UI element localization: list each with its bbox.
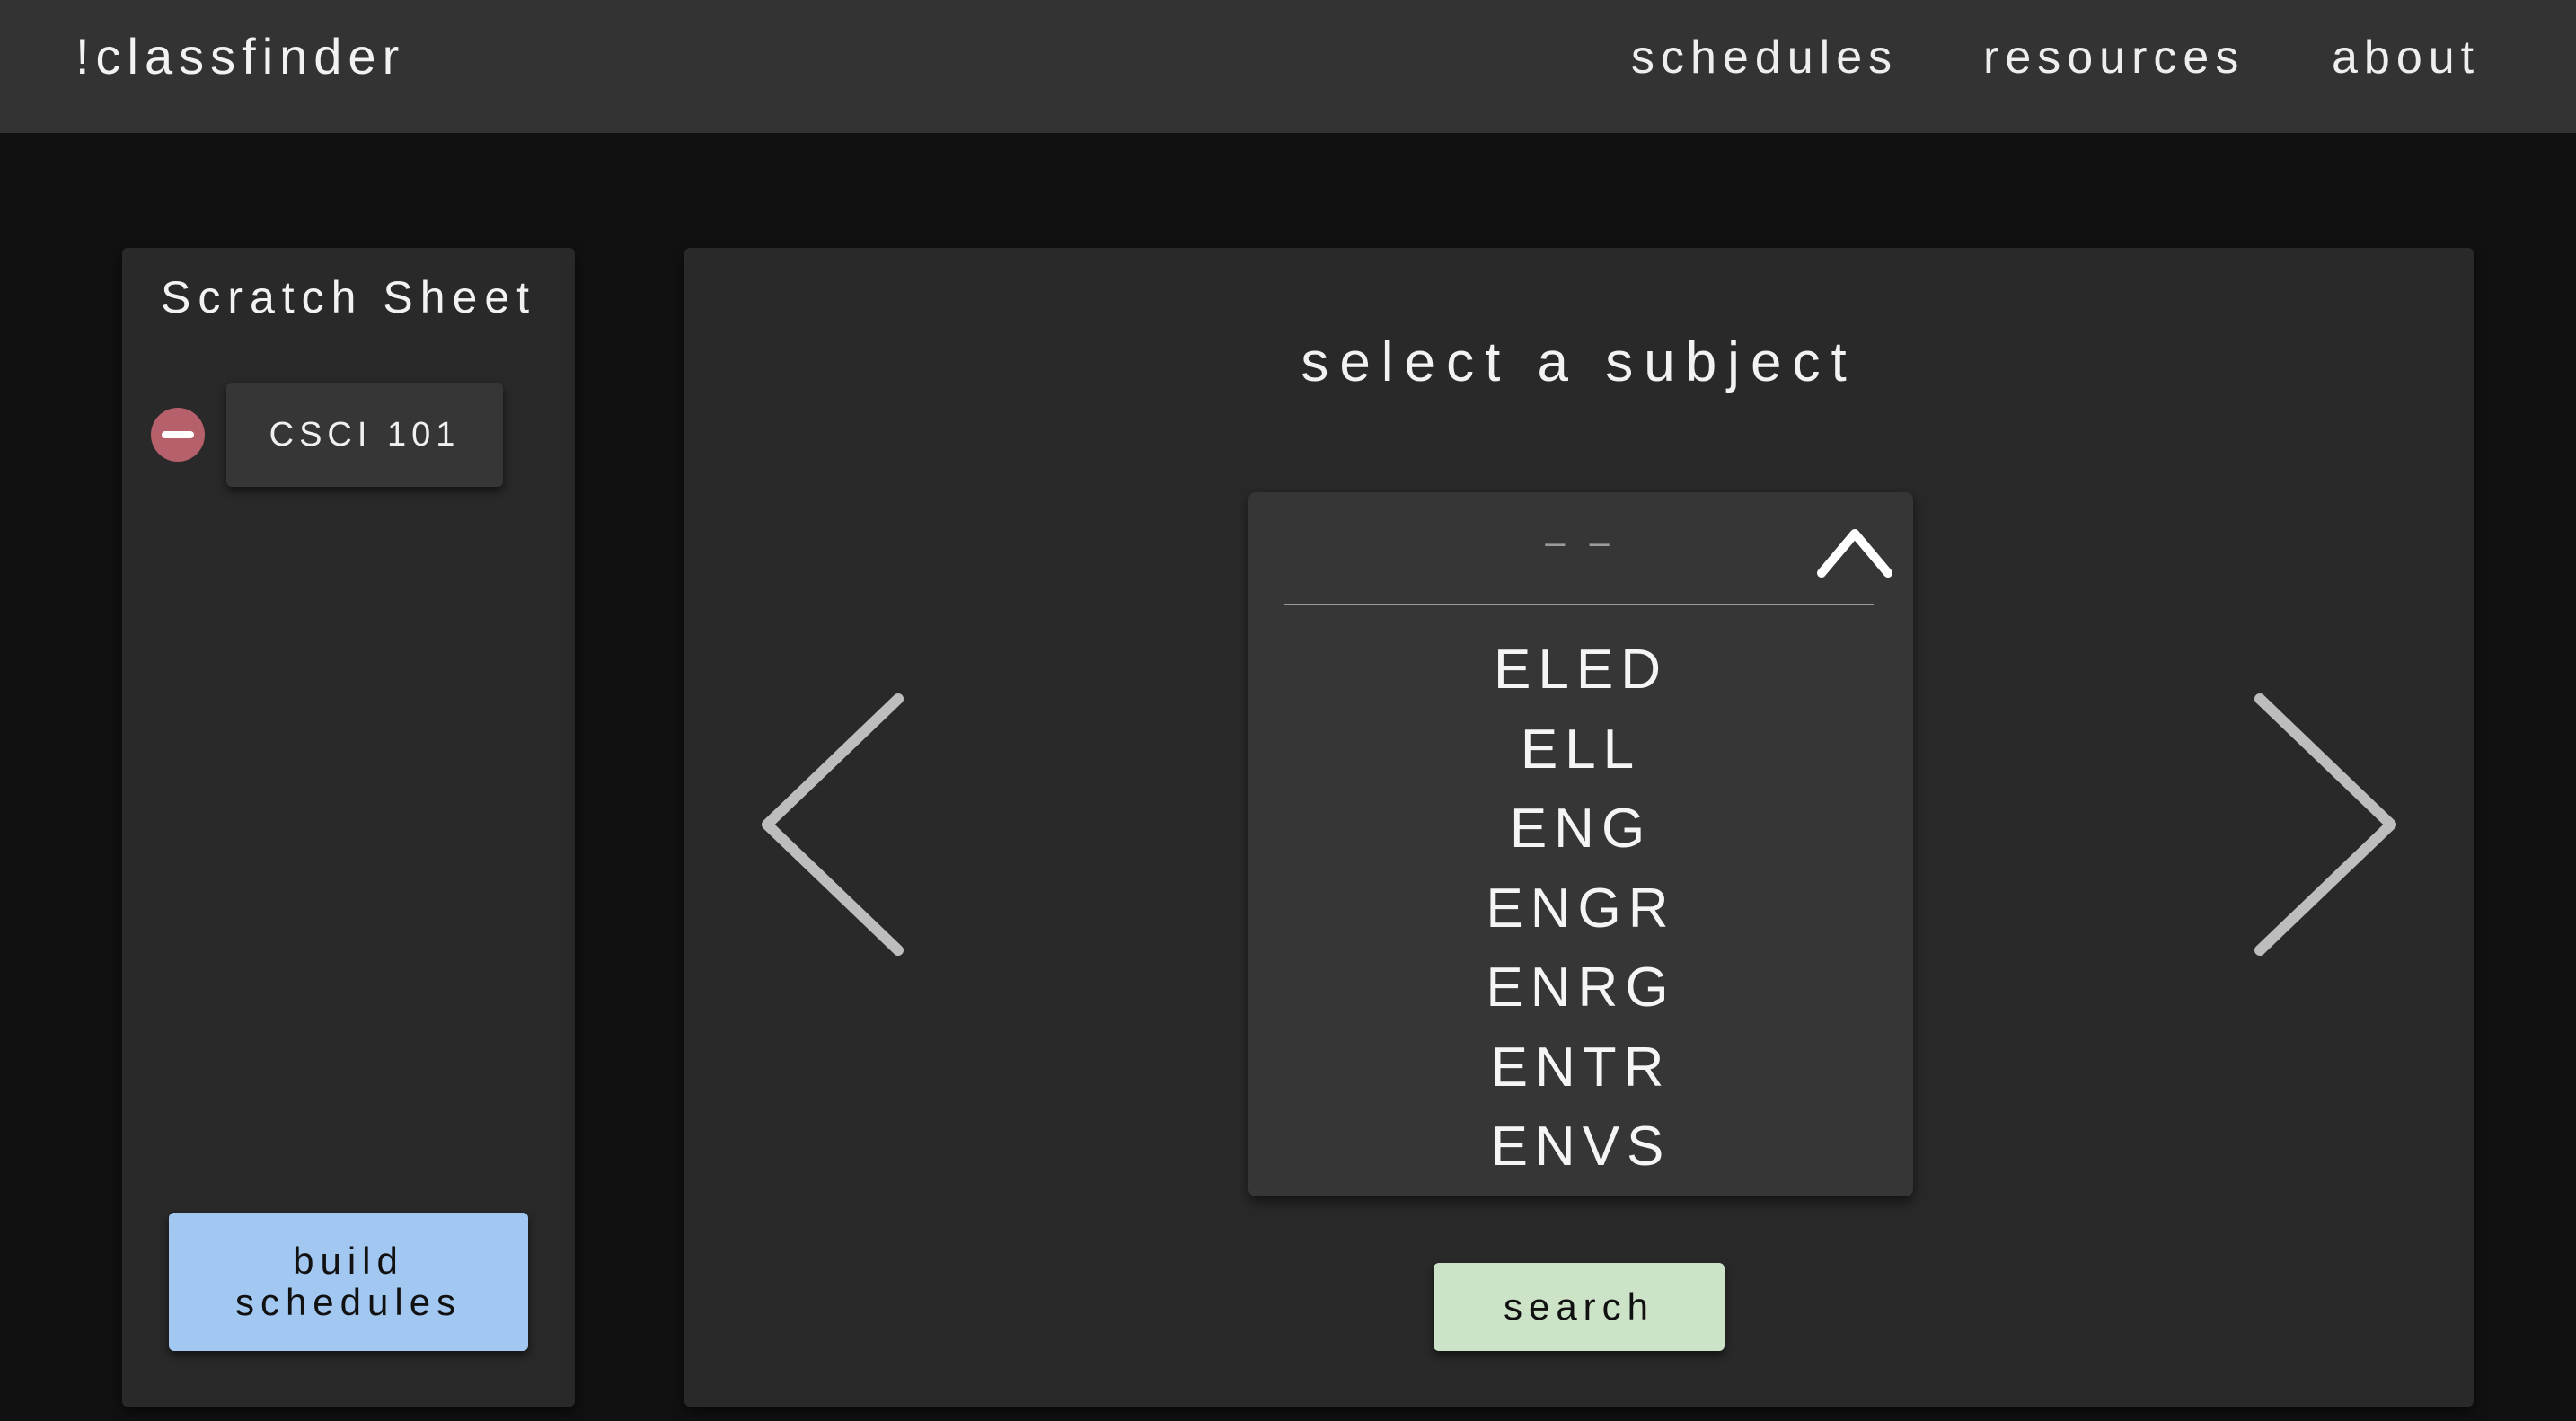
build-schedules-button[interactable]: build schedules [169,1213,528,1351]
build-schedules-label-line2: schedules [234,1281,463,1323]
next-button[interactable] [2247,692,2409,961]
top-nav-bar: !classfinder schedules resources about [0,0,2576,133]
scratch-sheet-panel: Scratch Sheet CSCI 101 build schedules [122,248,575,1407]
subject-selection-panel: select a subject – – ELED ELL ENG ENGR E… [684,248,2474,1407]
subject-dropdown[interactable]: – – ELED ELL ENG ENGR ENRG ENTR ENVS [1248,492,1913,1196]
subject-option-list: ELED ELL ENG ENGR ENRG ENTR ENVS [1248,631,1913,1187]
scratch-sheet-title: Scratch Sheet [160,272,537,322]
course-chip[interactable]: CSCI 101 [226,383,503,487]
subject-option[interactable]: ELED [1248,631,1913,710]
subject-option[interactable]: ENGR [1248,869,1913,949]
remove-course-button[interactable] [151,408,205,462]
subject-option[interactable]: ELL [1248,710,1913,790]
dropdown-selected-value: – – [1545,523,1617,562]
nav-link-schedules[interactable]: schedules [1631,31,1898,84]
search-button[interactable]: search [1434,1263,1725,1351]
minus-circle-icon [162,431,194,438]
dropdown-divider [1284,604,1874,605]
subject-option[interactable]: ENRG [1248,949,1913,1028]
dropdown-toggle-button[interactable] [1816,525,1893,578]
chevron-up-icon [1817,529,1892,578]
subject-option[interactable]: ENTR [1248,1028,1913,1108]
page-title: select a subject [1301,331,1857,393]
subject-option[interactable]: ENG [1248,790,1913,869]
previous-button[interactable] [749,692,911,961]
build-schedules-label: build schedules [214,1240,483,1323]
chevron-left-icon [762,693,904,956]
subject-option[interactable]: ENVS [1248,1108,1913,1187]
nav-link-about[interactable]: about [2332,31,2480,84]
brand-logo-link[interactable]: !classfinder [75,27,405,85]
nav-link-resources[interactable]: resources [1983,31,2245,84]
build-schedules-label-line1: build [293,1240,404,1282]
chevron-right-icon [2254,693,2396,956]
